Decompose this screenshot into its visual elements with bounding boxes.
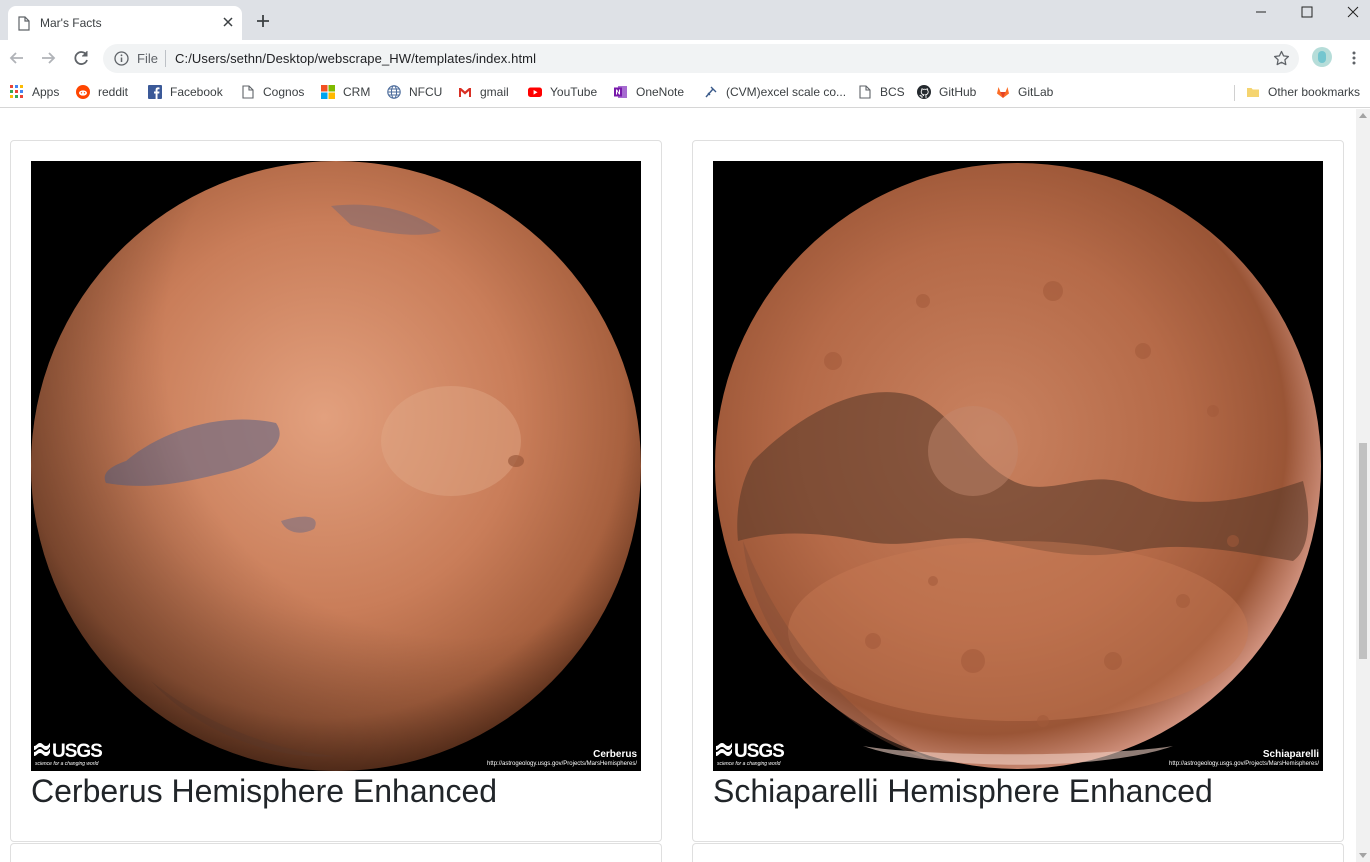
scroll-down-arrow-icon[interactable] [1359, 853, 1367, 858]
forward-icon[interactable] [38, 48, 58, 68]
youtube-icon [528, 87, 542, 97]
usgs-logo: USGS science for a changing world [34, 741, 110, 769]
back-icon[interactable] [7, 48, 27, 68]
scroll-up-arrow-icon[interactable] [1359, 113, 1367, 118]
page-icon [18, 16, 30, 31]
reddit-icon [76, 85, 90, 99]
globe-icon [387, 85, 401, 99]
chip-divider [165, 50, 166, 67]
bookmark-label: reddit [98, 85, 129, 99]
hemisphere-title: Cerberus Hemisphere Enhanced [31, 773, 498, 809]
site-chip-label: File [137, 51, 158, 66]
browser-tab[interactable]: Mar's Facts [8, 6, 242, 40]
bookmark-label: OneNote [636, 85, 685, 99]
bookmark-star-icon[interactable] [1273, 50, 1290, 67]
hemisphere-card: USGS science for a changing world Schiap… [692, 140, 1344, 842]
kebab-menu-icon[interactable] [1348, 50, 1360, 66]
usgs-wave-icon [716, 743, 732, 756]
usgs-wave-icon [34, 743, 50, 756]
bookmark-label: gmail [480, 85, 509, 99]
microsoft-icon [321, 85, 335, 99]
bookmark-label: Facebook [170, 85, 223, 99]
tab-strip: Mar's Facts [0, 0, 1370, 40]
bookmark-label: CRM [343, 85, 371, 99]
bookmarks-bar: Apps reddit Facebook Cognos CRM NFCU gma… [0, 77, 1370, 108]
url-text[interactable]: C:/Users/sethn/Desktop/webscrape_HW/temp… [175, 51, 536, 66]
hemisphere-card: USGS science for a changing world Cerber… [10, 140, 662, 842]
hemisphere-title: Schiaparelli Hemisphere Enhanced [713, 773, 1213, 809]
vertical-scrollbar[interactable] [1356, 109, 1370, 862]
info-icon[interactable] [114, 51, 129, 66]
bookmark-label: (CVM)excel scale co... [726, 85, 847, 99]
image-source-url: http://astrogeology.usgs.gov/Projects/Ma… [487, 761, 637, 767]
profile-avatar[interactable] [1312, 47, 1332, 67]
facebook-icon [148, 85, 162, 99]
usgs-logo: USGS science for a changing world [716, 741, 792, 769]
new-tab-icon[interactable] [255, 13, 271, 29]
hemisphere-image-cerberus: USGS science for a changing world Cerber… [31, 161, 641, 771]
mars-globe-schiaparelli [715, 163, 1321, 769]
image-source-url: http://astrogeology.usgs.gov/Projects/Ma… [1169, 761, 1319, 767]
usgs-tagline: science for a changing world [717, 761, 781, 767]
github-icon [917, 85, 931, 99]
bookmark-label: Apps [32, 85, 60, 99]
bookmark-label: NFCU [409, 85, 443, 99]
gitlab-icon [997, 87, 1009, 98]
maximize-icon[interactable] [1284, 0, 1330, 28]
bookmark-label: GitLab [1018, 85, 1054, 99]
bookmark-label: YouTube [550, 85, 598, 99]
tab-title: Mar's Facts [40, 16, 102, 30]
scroll-thumb[interactable] [1359, 443, 1367, 659]
bookmark-label: Other bookmarks [1268, 85, 1361, 99]
image-caption: Cerberus [593, 749, 637, 760]
bookmark-label: BCS [880, 85, 905, 99]
page-viewport: USGS science for a changing world Cerber… [0, 109, 1356, 862]
usgs-wordmark: USGS [52, 741, 103, 762]
gmail-icon [459, 88, 471, 97]
usgs-tagline: science for a changing world [35, 761, 99, 767]
apps-grid-icon [10, 85, 23, 98]
next-hemisphere-card [10, 843, 662, 862]
bookmark-label: GitHub [939, 85, 977, 99]
next-hemisphere-card [692, 843, 1344, 862]
tool-icon [705, 86, 717, 98]
page-icon [242, 85, 254, 99]
address-bar[interactable]: File C:/Users/sethn/Desktop/webscrape_HW… [103, 44, 1299, 73]
folder-icon [1247, 88, 1259, 97]
mars-globe-cerberus [31, 161, 641, 771]
image-caption: Schiaparelli [1262, 749, 1319, 760]
browser-toolbar: File C:/Users/sethn/Desktop/webscrape_HW… [0, 40, 1370, 77]
minimize-icon[interactable] [1238, 0, 1284, 28]
page-icon [859, 85, 871, 99]
bookmark-label: Cognos [263, 85, 305, 99]
hemisphere-image-schiaparelli: USGS science for a changing world Schiap… [713, 161, 1323, 771]
usgs-wordmark: USGS [734, 741, 785, 762]
onenote-icon [614, 86, 627, 98]
bookmarks-divider [1234, 85, 1235, 101]
reload-icon[interactable] [71, 48, 91, 68]
close-tab-icon[interactable] [220, 14, 236, 30]
close-window-icon[interactable] [1330, 0, 1370, 28]
